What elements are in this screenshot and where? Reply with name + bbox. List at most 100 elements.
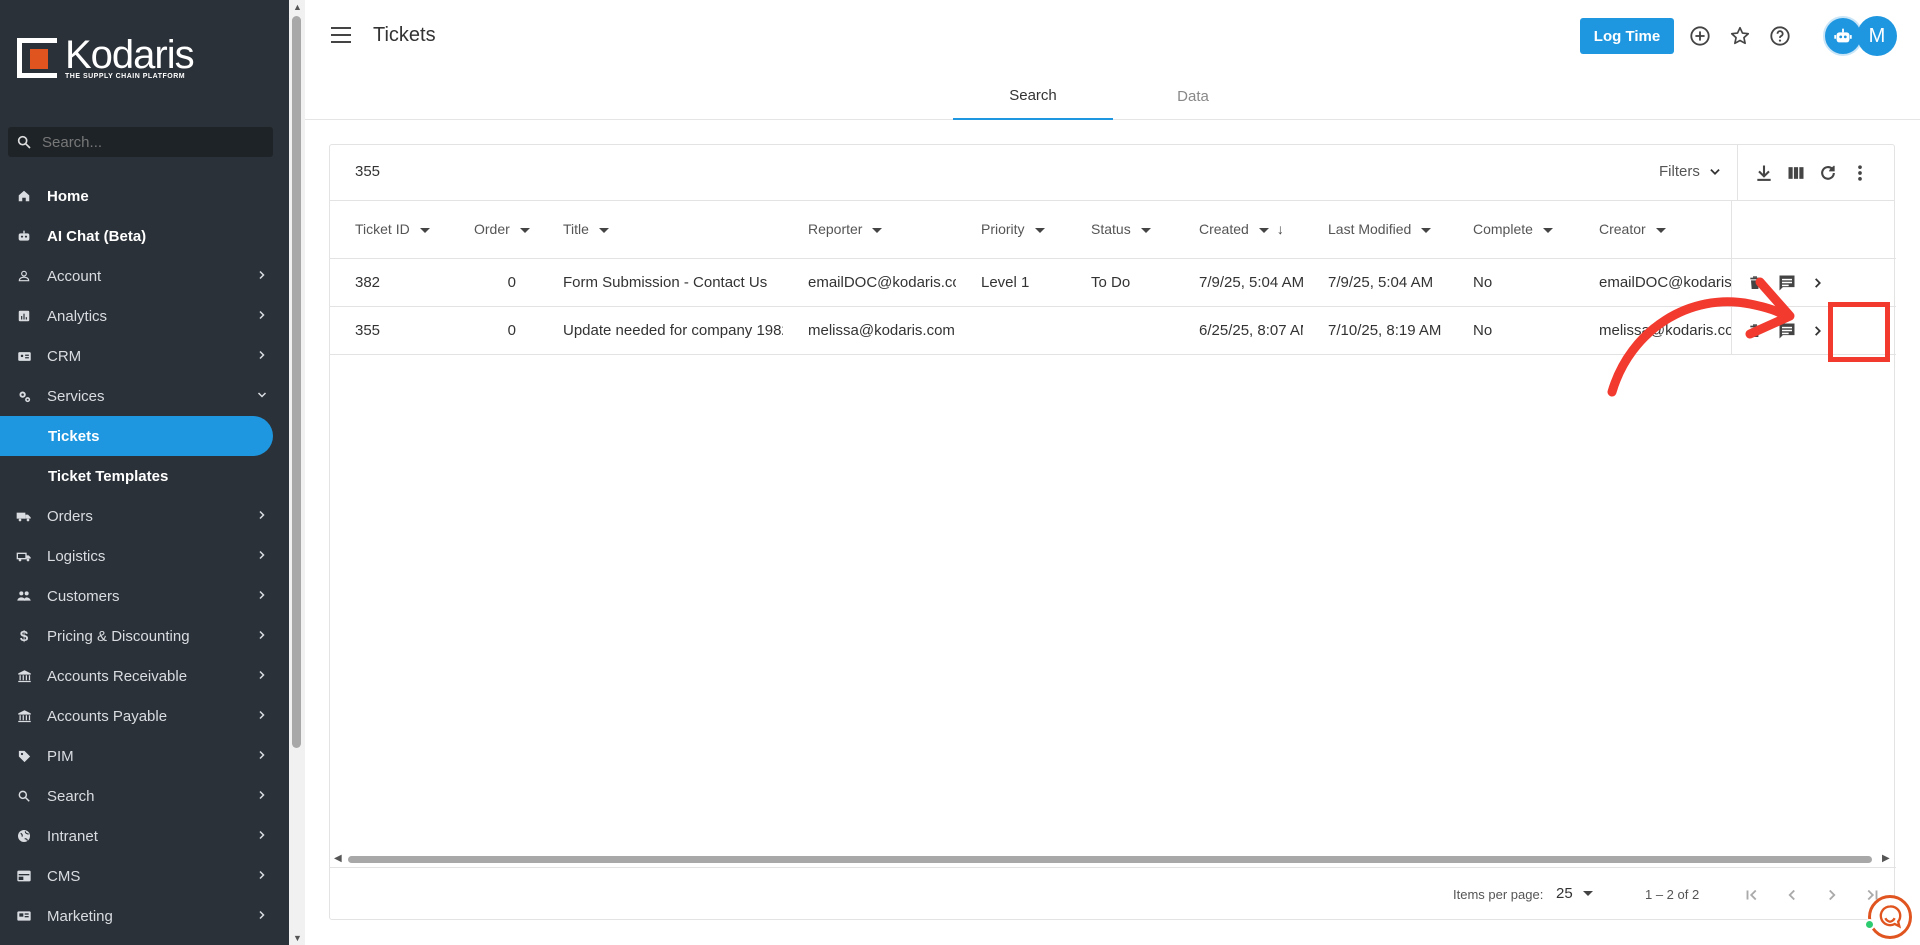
globe-icon xyxy=(16,828,32,844)
col-header-last-modified[interactable]: Last Modified xyxy=(1303,201,1448,259)
columns-icon[interactable] xyxy=(1785,162,1807,184)
tab-data[interactable]: Data xyxy=(1113,73,1273,120)
more-vertical-icon[interactable] xyxy=(1849,162,1871,184)
sidebar-item-logistics[interactable]: Logistics xyxy=(0,536,289,576)
tab-search[interactable]: Search xyxy=(953,73,1113,120)
chevron-right-icon xyxy=(256,668,268,684)
refresh-icon[interactable] xyxy=(1817,162,1839,184)
hamburger-menu-icon[interactable] xyxy=(331,27,351,43)
kodaris-logo[interactable]: Kodaris THE SUPPLY CHAIN PLATFORM xyxy=(17,35,195,80)
sidebar-item-pricing-discounting[interactable]: $ Pricing & Discounting xyxy=(0,616,289,656)
sidebar-item-label: Analytics xyxy=(47,307,108,325)
sort-arrow-icon[interactable] xyxy=(1655,228,1666,234)
scroll-right-arrow-icon[interactable]: ▶ xyxy=(1882,853,1890,864)
scroll-up-arrow-icon[interactable]: ▲ xyxy=(293,2,302,12)
sidebar-item-label: Tickets xyxy=(48,427,100,445)
toolbar-divider xyxy=(1737,145,1738,201)
sidebar-item-intranet[interactable]: Intranet xyxy=(0,816,289,856)
sidebar-item-home[interactable]: Home xyxy=(0,176,289,216)
cell-order: 0 xyxy=(449,258,538,307)
sidebar-item-cms[interactable]: CMS xyxy=(0,856,289,896)
user-avatar[interactable]: M xyxy=(1857,16,1897,56)
sidebar-item-label: PIM xyxy=(47,747,74,765)
chevron-right-icon xyxy=(256,788,268,804)
col-header-ticket-id[interactable]: Ticket ID xyxy=(330,201,449,259)
tickets-card: 355 Filters Ticket ID Order Title Report… xyxy=(329,144,1896,921)
sidebar-item-label: Account xyxy=(47,267,102,285)
paginator: Items per page: 25 1 – 2 of 2 xyxy=(330,867,1896,921)
scroll-down-arrow-icon[interactable]: ▼ xyxy=(293,933,302,943)
filters-dropdown[interactable]: Filters xyxy=(1659,163,1722,180)
sidebar-item-pim[interactable]: PIM xyxy=(0,736,289,776)
sort-arrow-icon[interactable] xyxy=(419,228,430,234)
sort-arrow-icon[interactable] xyxy=(1542,228,1553,234)
next-page-icon[interactable] xyxy=(1821,884,1843,906)
cell-created: 6/25/25, 8:07 AM xyxy=(1174,306,1303,355)
sidebar-item-label: Orders xyxy=(47,507,93,525)
first-page-icon[interactable] xyxy=(1741,884,1763,906)
chat-bubble-icon xyxy=(1879,905,1902,929)
sort-arrow-icon[interactable] xyxy=(1421,228,1432,234)
sidebar-item-ticket-templates[interactable]: Ticket Templates xyxy=(0,456,289,496)
cell-ticket-id: 355 xyxy=(330,306,449,355)
chevron-right-icon xyxy=(256,868,268,884)
page-tabs: Search Data xyxy=(953,73,1273,120)
sort-arrow-icon[interactable] xyxy=(1034,228,1045,234)
cell-status: To Do xyxy=(1066,258,1174,307)
col-header-priority[interactable]: Priority xyxy=(956,201,1066,259)
sidebar-item-label: Services xyxy=(47,387,105,405)
sidebar-search-input[interactable] xyxy=(42,133,262,151)
items-per-page-select[interactable]: 25 xyxy=(1556,885,1593,902)
col-header-order[interactable]: Order xyxy=(449,201,538,259)
sidebar-item-accounts-payable[interactable]: Accounts Payable xyxy=(0,696,289,736)
sidebar-scrollbar[interactable]: ▲ ▼ xyxy=(289,0,305,945)
add-circle-icon[interactable] xyxy=(1688,24,1712,48)
sort-arrow-icon[interactable] xyxy=(1258,228,1269,234)
sort-arrow-icon[interactable] xyxy=(872,228,883,234)
sort-arrow-icon[interactable] xyxy=(519,228,530,234)
sort-arrow-icon[interactable] xyxy=(598,228,609,234)
sidebar-item-search[interactable]: Search xyxy=(0,776,289,816)
col-header-complete[interactable]: Complete xyxy=(1448,201,1574,259)
col-header-actions xyxy=(1730,201,1896,259)
chat-support-button[interactable] xyxy=(1868,895,1912,939)
cell-priority: Level 1 xyxy=(956,258,1066,307)
sidebar-item-customers[interactable]: Customers xyxy=(0,576,289,616)
horizontal-scroll-thumb[interactable] xyxy=(348,856,1872,863)
robot-icon xyxy=(16,228,32,244)
previous-page-icon[interactable] xyxy=(1781,884,1803,906)
sidebar-item-analytics[interactable]: Analytics xyxy=(0,296,289,336)
help-icon[interactable] xyxy=(1768,24,1792,48)
result-count: 355 xyxy=(355,163,381,180)
sidebar-item-orders[interactable]: Orders xyxy=(0,496,289,536)
annotation-highlight-box xyxy=(1828,302,1890,362)
cell-order: 0 xyxy=(449,306,538,355)
log-time-button[interactable]: Log Time xyxy=(1580,18,1674,54)
sidebar-item-ai-chat-beta[interactable]: AI Chat (Beta) xyxy=(0,216,289,256)
search-icon xyxy=(17,135,31,149)
col-header-title[interactable]: Title xyxy=(538,201,783,259)
col-header-reporter[interactable]: Reporter xyxy=(783,201,956,259)
sort-arrow-icon[interactable] xyxy=(1140,228,1151,234)
sidebar-item-account[interactable]: Account xyxy=(0,256,289,296)
col-header-status[interactable]: Status xyxy=(1066,201,1174,259)
sidebar-scroll-thumb[interactable] xyxy=(292,16,301,748)
star-icon[interactable] xyxy=(1728,24,1752,48)
horizontal-scrollbar[interactable]: ◀ ▶ xyxy=(330,851,1896,867)
col-header-creator[interactable]: Creator xyxy=(1574,201,1731,259)
chevron-right-icon xyxy=(256,548,268,564)
col-header-created[interactable]: Created ↓ xyxy=(1174,201,1303,259)
robot-icon xyxy=(1834,28,1852,43)
sidebar-item-marketing[interactable]: Marketing xyxy=(0,896,289,936)
sidebar-item-tickets[interactable]: Tickets xyxy=(0,416,273,456)
download-icon[interactable] xyxy=(1753,162,1775,184)
sidebar-item-accounts-receivable[interactable]: Accounts Receivable xyxy=(0,656,289,696)
scroll-left-arrow-icon[interactable]: ◀ xyxy=(334,853,342,864)
sidebar-item-crm[interactable]: CRM xyxy=(0,336,289,376)
sorted-descending-arrow-icon[interactable]: ↓ xyxy=(1277,221,1284,237)
cell-status xyxy=(1066,306,1174,355)
sidebar-item-label: Home xyxy=(47,187,89,205)
sidebar-item-services[interactable]: Services xyxy=(0,376,289,416)
contact-card-icon xyxy=(16,348,32,364)
person-icon xyxy=(16,268,32,284)
